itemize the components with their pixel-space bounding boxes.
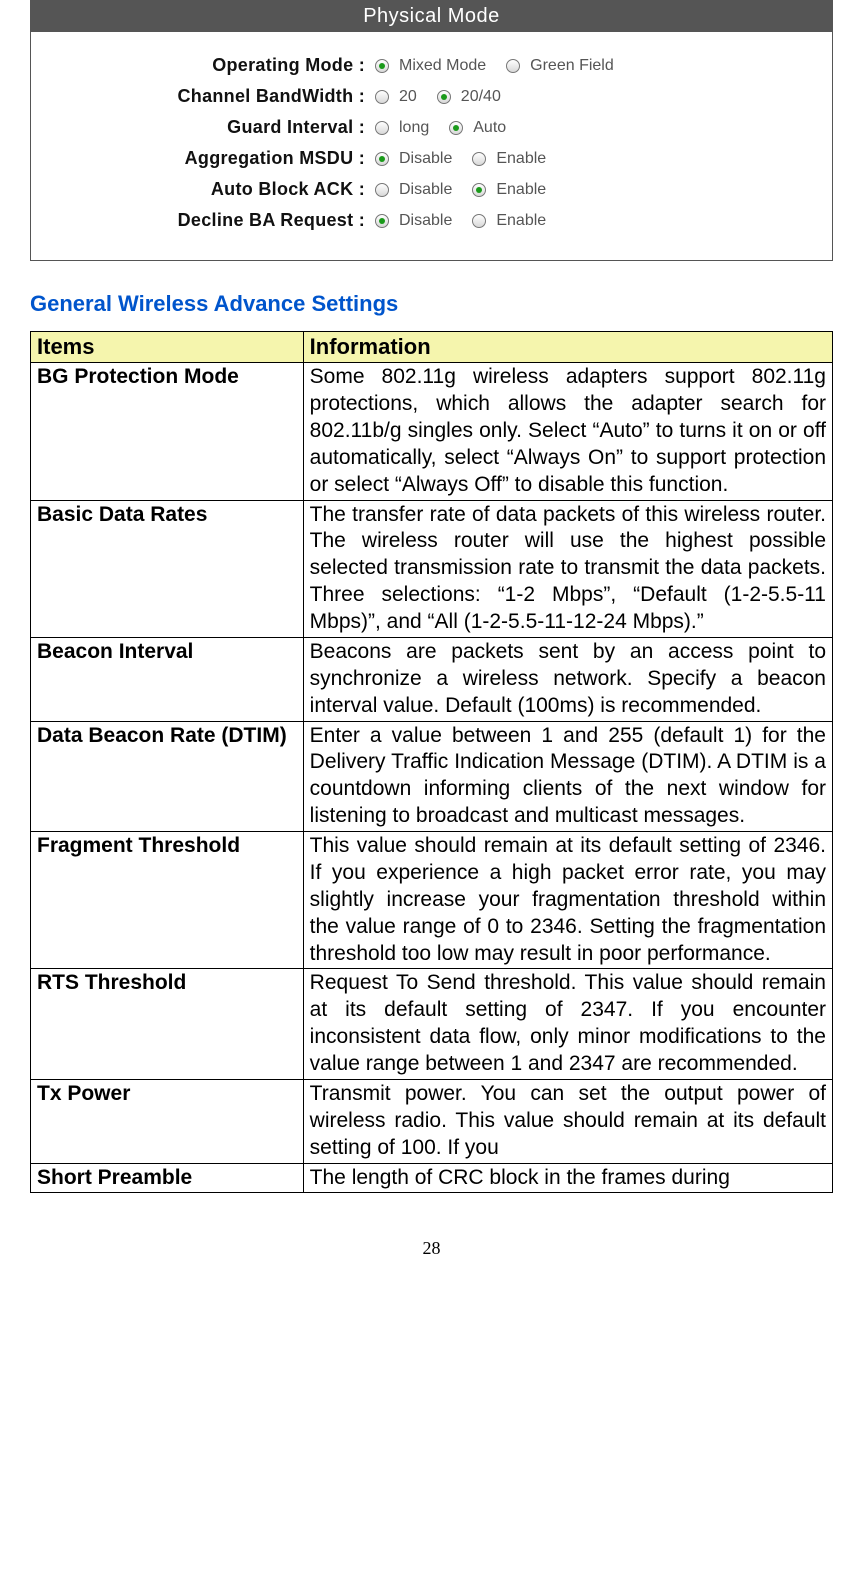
opt-gi-auto: Auto [473,119,506,137]
cell-item: Tx Power [31,1079,304,1163]
options-channel-bandwidth: 20 20/40 [371,88,515,106]
label-auto-block-ack: Auto Block ACK : [41,179,371,200]
th-items: Items [31,332,304,363]
cell-info: This value should remain at its default … [303,832,832,969]
cell-info: Some 802.11g wireless adapters support 8… [303,363,832,500]
radio-green-field[interactable] [506,59,520,73]
row-auto-block-ack: Auto Block ACK : Disable Enable [41,174,822,205]
section-heading: General Wireless Advance Settings [30,291,833,317]
cell-item: Fragment Threshold [31,832,304,969]
opt-aba-disable: Disable [399,181,452,199]
table-row: Tx Power Transmit power. You can set the… [31,1079,833,1163]
opt-mixed-mode: Mixed Mode [399,57,486,75]
options-aggregation-msdu: Disable Enable [371,150,560,168]
options-operating-mode: Mixed Mode Green Field [371,57,628,75]
page-number: 28 [30,1238,833,1259]
row-operating-mode: Operating Mode : Mixed Mode Green Field [41,50,822,81]
opt-gi-long: long [399,119,429,137]
row-aggregation-msdu: Aggregation MSDU : Disable Enable [41,143,822,174]
cell-item: Beacon Interval [31,637,304,721]
cell-info: The length of CRC block in the frames du… [303,1163,832,1193]
opt-bw-20: 20 [399,88,417,106]
label-channel-bandwidth: Channel BandWidth : [41,86,371,107]
row-channel-bandwidth: Channel BandWidth : 20 20/40 [41,81,822,112]
table-header-row: Items Information [31,332,833,363]
radio-mixed-mode[interactable] [375,59,389,73]
label-aggregation-msdu: Aggregation MSDU : [41,148,371,169]
opt-amsdu-enable: Enable [496,150,546,168]
row-decline-ba-request: Decline BA Request : Disable Enable [41,205,822,236]
options-guard-interval: long Auto [371,119,520,137]
label-guard-interval: Guard Interval : [41,117,371,138]
panel-body: Operating Mode : Mixed Mode Green Field … [31,32,832,260]
radio-bw-20[interactable] [375,90,389,104]
table-row: Fragment Threshold This value should rem… [31,832,833,969]
cell-item: Short Preamble [31,1163,304,1193]
cell-info: Transmit power. You can set the output p… [303,1079,832,1163]
radio-amsdu-disable[interactable] [375,152,389,166]
radio-dba-disable[interactable] [375,214,389,228]
th-information: Information [303,332,832,363]
cell-item: BG Protection Mode [31,363,304,500]
radio-dba-enable[interactable] [472,214,486,228]
table-row: Short Preamble The length of CRC block i… [31,1163,833,1193]
physical-mode-panel: Physical Mode Operating Mode : Mixed Mod… [30,0,833,261]
options-decline-ba-request: Disable Enable [371,212,560,230]
opt-amsdu-disable: Disable [399,150,452,168]
table-row: BG Protection Mode Some 802.11g wireless… [31,363,833,500]
row-guard-interval: Guard Interval : long Auto [41,112,822,143]
table-row: Beacon Interval Beacons are packets sent… [31,637,833,721]
radio-aba-disable[interactable] [375,183,389,197]
opt-green-field: Green Field [530,57,614,75]
opt-dba-disable: Disable [399,212,452,230]
cell-info: Beacons are packets sent by an access po… [303,637,832,721]
table-row: Basic Data Rates The transfer rate of da… [31,500,833,637]
radio-aba-enable[interactable] [472,183,486,197]
label-decline-ba-request: Decline BA Request : [41,210,371,231]
panel-title: Physical Mode [31,1,832,32]
table-row: RTS Threshold Request To Send threshold.… [31,969,833,1080]
opt-bw-20-40: 20/40 [461,88,501,106]
options-auto-block-ack: Disable Enable [371,181,560,199]
radio-amsdu-enable[interactable] [472,152,486,166]
settings-table: Items Information BG Protection Mode Som… [30,331,833,1193]
cell-info: Request To Send threshold. This value sh… [303,969,832,1080]
opt-aba-enable: Enable [496,181,546,199]
cell-info: The transfer rate of data packets of thi… [303,500,832,637]
table-row: Data Beacon Rate (DTIM) Enter a value be… [31,721,833,832]
cell-item: RTS Threshold [31,969,304,1080]
cell-info: Enter a value between 1 and 255 (default… [303,721,832,832]
cell-item: Data Beacon Rate (DTIM) [31,721,304,832]
label-operating-mode: Operating Mode : [41,55,371,76]
radio-gi-long[interactable] [375,121,389,135]
radio-gi-auto[interactable] [449,121,463,135]
cell-item: Basic Data Rates [31,500,304,637]
opt-dba-enable: Enable [496,212,546,230]
radio-bw-20-40[interactable] [437,90,451,104]
